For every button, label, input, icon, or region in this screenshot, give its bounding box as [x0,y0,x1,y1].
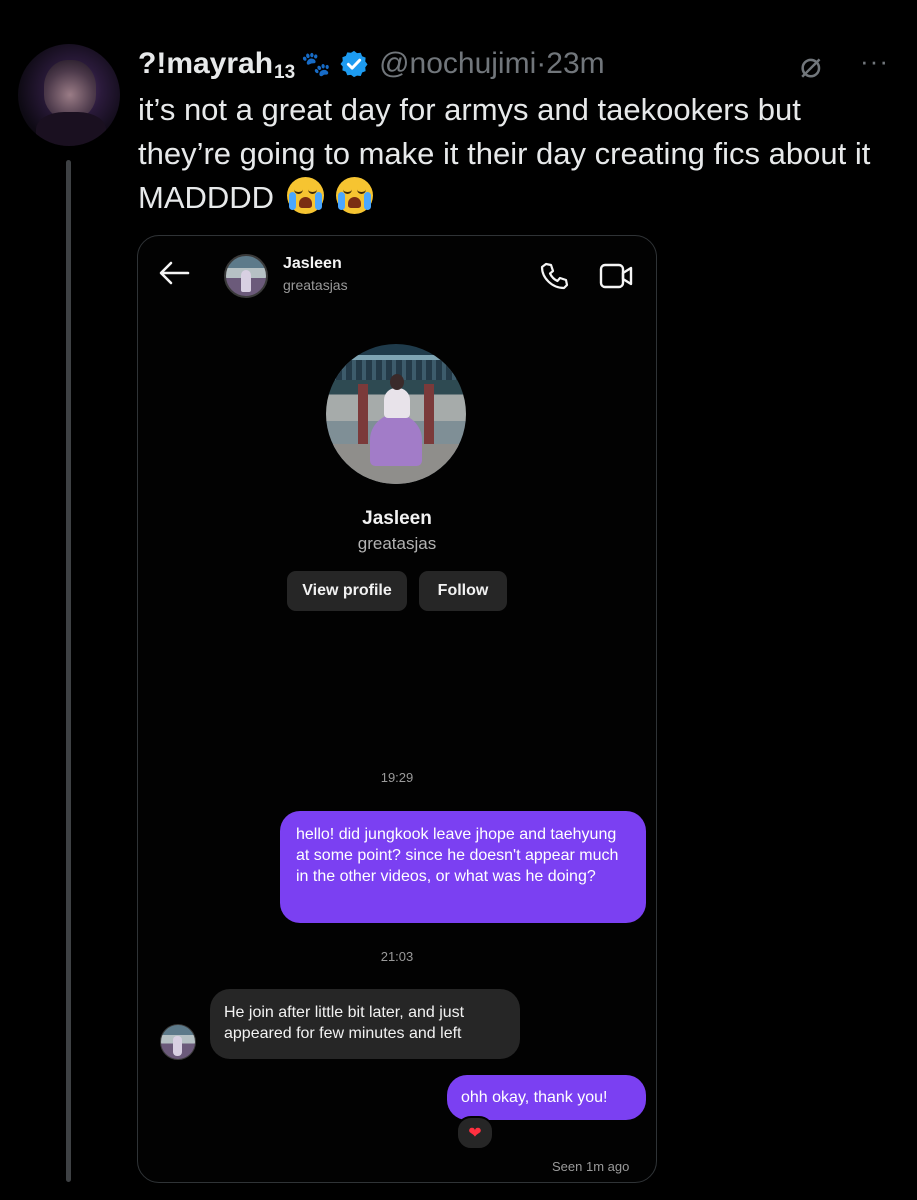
more-options-icon[interactable]: ··· [860,48,889,74]
author-avatar[interactable] [18,44,120,146]
tweet-timestamp[interactable]: 23m [546,47,604,81]
meta-separator: · [536,47,547,80]
phone-call-icon[interactable] [538,260,570,292]
video-call-icon[interactable] [598,262,634,290]
view-profile-button[interactable]: View profile [287,571,407,611]
attached-image-dm-screenshot[interactable]: Jasleen greatasjas Jasleen greatasjas Vi… [137,235,657,1183]
heart-reaction-icon[interactable]: ❤ [456,1116,494,1150]
author-display-name[interactable]: ?!mayrah [138,47,273,81]
verified-badge-icon[interactable] [339,49,369,79]
loudly-crying-face-icon [336,177,374,214]
paw-prints-icon: 🐾 [301,50,332,78]
author-handle[interactable]: @nochujimi [379,47,536,81]
grok-icon[interactable]: ⌀ [800,47,822,83]
tweet-header: ?!mayrah 13 🐾 @nochujimi · 23m [138,44,605,84]
profile-name: Jasleen [362,508,432,529]
profile-username: greatasjas [357,534,437,553]
outgoing-message[interactable]: ohh okay, thank you! [447,1075,646,1120]
thread-line [66,160,71,1182]
outgoing-message[interactable]: hello! did jungkook leave jhope and taeh… [280,811,646,923]
tweet-text: it’s not a great day for armys and taeko… [138,88,898,220]
profile-picture[interactable] [326,344,466,484]
tweet-body-text: it’s not a great day for armys and taeko… [138,92,871,215]
author-display-name-suffix[interactable]: 13 [274,62,295,84]
back-arrow-icon[interactable] [156,258,192,288]
message-timestamp: 21:03 [380,949,414,964]
chat-header-name[interactable]: Jasleen [283,255,342,273]
chat-header-username: greatasjas [283,277,348,293]
incoming-message[interactable]: He join after little bit later, and just… [210,989,520,1059]
message-timestamp: 19:29 [380,770,414,785]
loudly-crying-face-icon [286,177,324,214]
chat-header-avatar[interactable] [224,254,268,298]
sender-avatar[interactable] [160,1024,196,1060]
follow-button[interactable]: Follow [419,571,507,611]
seen-status: Seen 1m ago [552,1159,630,1174]
